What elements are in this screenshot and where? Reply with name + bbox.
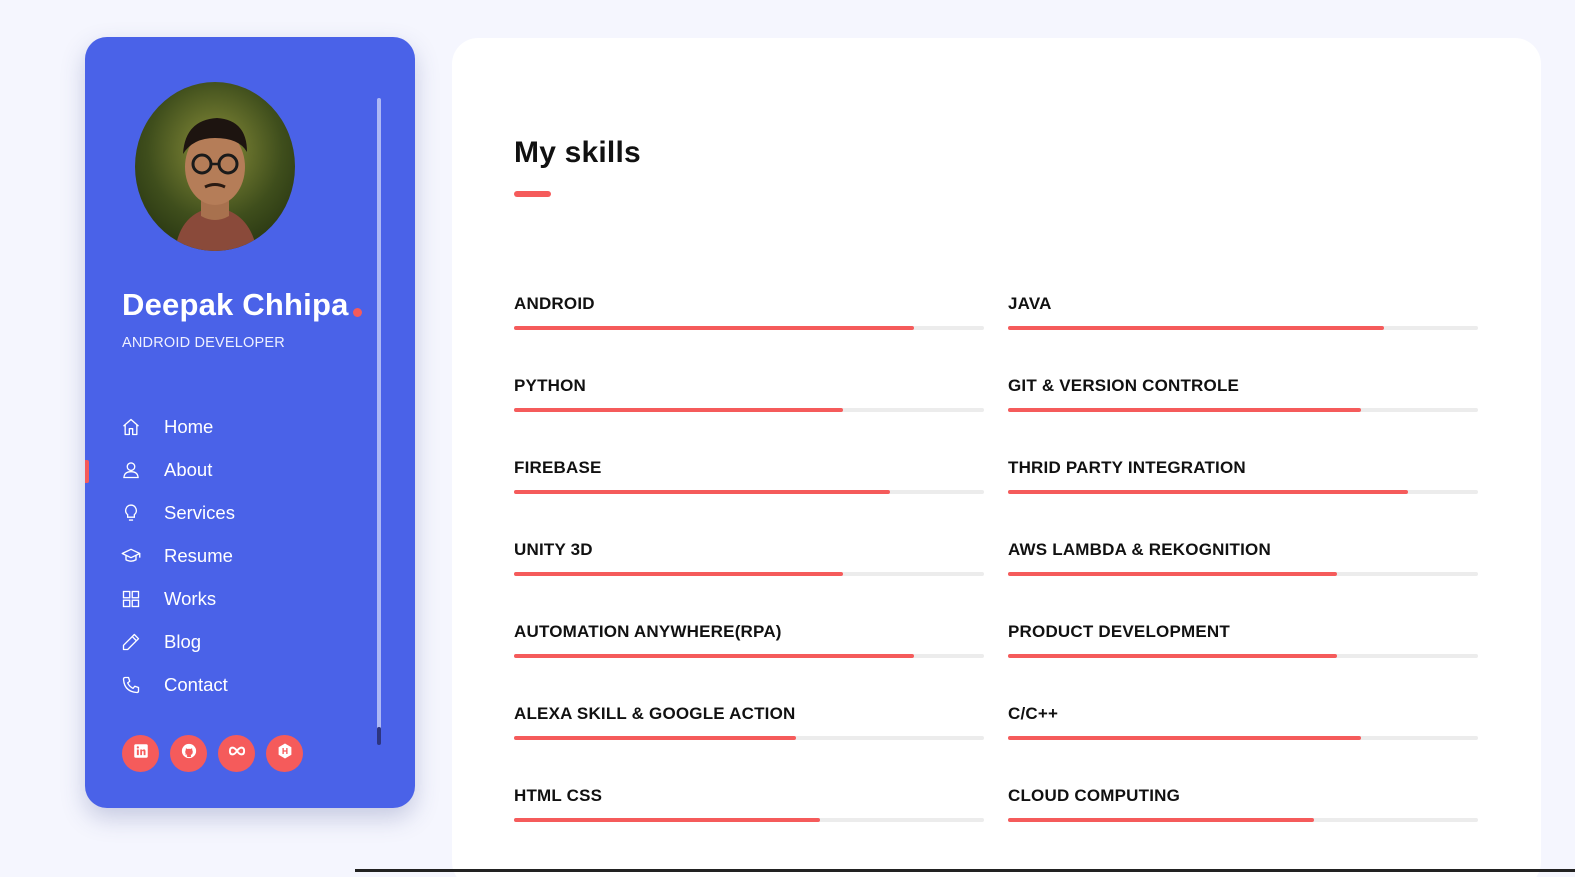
- sidebar-scroll-thumb[interactable]: [377, 727, 381, 745]
- skill-progress-fill: [1008, 572, 1337, 576]
- nav-item-resume[interactable]: Resume: [85, 534, 375, 577]
- skill-progress-fill: [1008, 654, 1337, 658]
- skill-label: FIREBASE: [514, 458, 602, 477]
- skill-progress-fill: [1008, 326, 1384, 330]
- skill-item: UNITY 3D: [514, 540, 984, 576]
- sidebar-nav: Home About Services Resume Works Blog Co…: [85, 405, 375, 706]
- user-icon: [121, 460, 141, 480]
- skill-label: HTML CSS: [514, 786, 603, 805]
- sidebar-scrollbar[interactable]: [377, 98, 381, 744]
- graduation-cap-icon: [121, 546, 141, 566]
- skill-item: PYTHON: [514, 376, 984, 412]
- social-links: [122, 735, 303, 772]
- skill-item: FIREBASE: [514, 458, 984, 494]
- skill-item: ANDROID: [514, 294, 984, 330]
- title-underline: [514, 191, 551, 197]
- skill-progress-fill: [514, 490, 890, 494]
- hackerrank-link[interactable]: [266, 735, 303, 772]
- linkedin-link[interactable]: [122, 735, 159, 772]
- skill-progress-track: [514, 326, 984, 330]
- github-icon: [180, 742, 198, 765]
- skills-card: My skills ANDROID JAVA PYTHON GIT & VERSION…: [452, 38, 1541, 877]
- pencil-icon: [121, 632, 141, 652]
- skill-label: CLOUD COMPUTING: [1008, 786, 1181, 805]
- skill-progress-track: [1008, 326, 1478, 330]
- profile-role: ANDROID DEVELOPER: [122, 335, 285, 351]
- skill-progress-track: [514, 736, 984, 740]
- skill-progress-track: [1008, 408, 1478, 412]
- page-title: My skills: [514, 136, 641, 169]
- skill-progress-track: [1008, 736, 1478, 740]
- skill-progress-fill: [514, 408, 843, 412]
- skill-item: AWS LAMBDA & REKOGNITION: [1008, 540, 1478, 576]
- bulb-icon: [121, 503, 141, 523]
- skill-item: AUTOMATION ANYWHERE(RPA): [514, 622, 984, 658]
- skill-item: ALEXA SKILL & GOOGLE ACTION: [514, 704, 984, 740]
- skill-progress-fill: [514, 326, 914, 330]
- nav-label: Home: [164, 415, 214, 437]
- skill-label: AUTOMATION ANYWHERE(RPA): [514, 622, 782, 641]
- skill-progress-track: [514, 818, 984, 822]
- skill-progress-fill: [1008, 490, 1408, 494]
- skill-label: ALEXA SKILL & GOOGLE ACTION: [514, 704, 796, 723]
- nav-label: Blog: [164, 630, 202, 652]
- skill-progress-track: [514, 572, 984, 576]
- skill-progress-fill: [514, 736, 796, 740]
- skill-progress-track: [1008, 572, 1478, 576]
- skill-item: CLOUD COMPUTING: [1008, 786, 1478, 822]
- infinity-icon: [228, 742, 246, 765]
- skill-item: PRODUCT DEVELOPMENT: [1008, 622, 1478, 658]
- skill-progress-track: [1008, 490, 1478, 494]
- skill-label: UNITY 3D: [514, 540, 593, 559]
- skill-item: JAVA: [1008, 294, 1478, 330]
- grid-icon: [121, 589, 141, 609]
- skill-progress-fill: [514, 572, 843, 576]
- bottom-divider: [355, 869, 1575, 872]
- skill-progress-fill: [1008, 736, 1361, 740]
- skill-progress-track: [1008, 818, 1478, 822]
- nav-item-home[interactable]: Home: [85, 405, 375, 448]
- nav-label: Contact: [164, 673, 228, 695]
- nav-item-services[interactable]: Services: [85, 491, 375, 534]
- phone-icon: [121, 675, 141, 695]
- skill-progress-track: [514, 490, 984, 494]
- hackerrank-icon: [276, 742, 294, 765]
- skill-progress-fill: [514, 818, 820, 822]
- skill-label: PYTHON: [514, 376, 587, 395]
- nav-item-works[interactable]: Works: [85, 577, 375, 620]
- nav-label: Works: [164, 587, 217, 609]
- infinity-link[interactable]: [218, 735, 255, 772]
- nav-label: About: [164, 458, 213, 480]
- accent-dot: [353, 308, 362, 317]
- sidebar: Deepak Chhipa ANDROID DEVELOPER Home Abo…: [85, 37, 415, 808]
- skill-item: THRID PARTY INTEGRATION: [1008, 458, 1478, 494]
- home-icon: [121, 417, 141, 437]
- profile-name: Deepak Chhipa: [122, 287, 349, 322]
- nav-item-blog[interactable]: Blog: [85, 620, 375, 663]
- avatar: [135, 82, 295, 251]
- skill-label: ANDROID: [514, 294, 595, 313]
- skill-label: JAVA: [1008, 294, 1052, 313]
- nav-item-contact[interactable]: Contact: [85, 663, 375, 706]
- nav-item-about[interactable]: About: [85, 448, 375, 491]
- skill-item: HTML CSS: [514, 786, 984, 822]
- skill-label: C/C++: [1008, 704, 1059, 723]
- skill-progress-track: [514, 654, 984, 658]
- skill-label: PRODUCT DEVELOPMENT: [1008, 622, 1230, 641]
- skill-progress-fill: [1008, 408, 1361, 412]
- skill-item: GIT & VERSION CONTROLE: [1008, 376, 1478, 412]
- skill-label: GIT & VERSION CONTROLE: [1008, 376, 1240, 395]
- linkedin-icon: [132, 742, 150, 765]
- skill-progress-fill: [1008, 818, 1314, 822]
- nav-label: Resume: [164, 544, 233, 566]
- github-link[interactable]: [170, 735, 207, 772]
- skill-label: AWS LAMBDA & REKOGNITION: [1008, 540, 1271, 559]
- nav-label: Services: [164, 501, 235, 523]
- skill-item: C/C++: [1008, 704, 1478, 740]
- skill-progress-fill: [514, 654, 914, 658]
- skill-progress-track: [1008, 654, 1478, 658]
- skill-progress-track: [514, 408, 984, 412]
- skill-label: THRID PARTY INTEGRATION: [1008, 458, 1246, 477]
